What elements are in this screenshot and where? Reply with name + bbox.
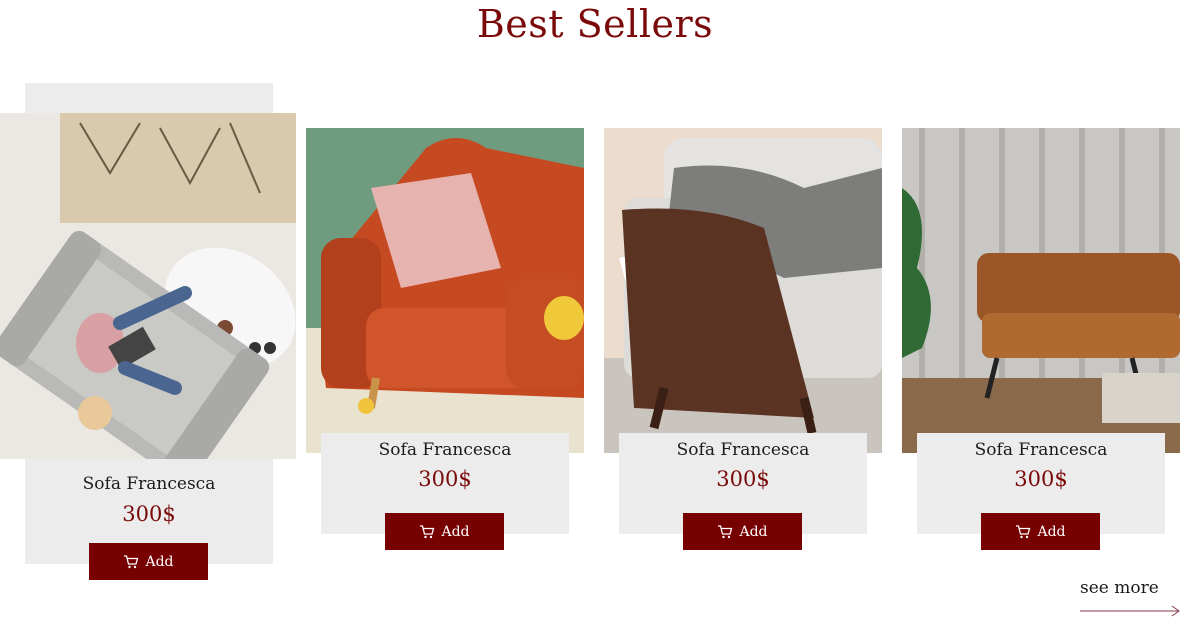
add-button-label: Add xyxy=(441,523,470,540)
product-price: 300$ xyxy=(716,467,770,491)
add-button-label: Add xyxy=(1037,523,1066,540)
product-name: Sofa Francesca xyxy=(676,440,810,460)
cart-icon xyxy=(717,524,733,539)
add-to-cart-button[interactable]: Add xyxy=(683,513,802,550)
add-button-label: Add xyxy=(145,553,174,570)
product-name: Sofa Francesca xyxy=(82,474,216,494)
product-image[interactable] xyxy=(306,128,584,453)
add-to-cart-button[interactable]: Add xyxy=(981,513,1100,550)
product-image-grey-sofa xyxy=(0,113,296,459)
product-image[interactable] xyxy=(902,128,1180,453)
product-price: 300$ xyxy=(122,502,176,526)
arrow-right-icon xyxy=(1080,602,1180,622)
add-to-cart-button[interactable]: Add xyxy=(89,543,208,580)
add-to-cart-button[interactable]: Add xyxy=(385,513,504,550)
product-image-leather-sofa xyxy=(902,128,1180,453)
cart-icon xyxy=(1015,524,1031,539)
product-image-orange-sofa xyxy=(306,128,584,453)
product-price: 300$ xyxy=(418,467,472,491)
product-image[interactable] xyxy=(604,128,882,453)
cart-icon xyxy=(419,524,435,539)
product-name: Sofa Francesca xyxy=(974,440,1108,460)
section-title: Best Sellers xyxy=(476,2,714,46)
see-more-link[interactable]: see more xyxy=(1080,578,1180,617)
product-image-walnut-armchair xyxy=(604,128,882,453)
product-price: 300$ xyxy=(1014,467,1068,491)
product-name: Sofa Francesca xyxy=(378,440,512,460)
product-image[interactable] xyxy=(0,113,296,459)
cart-icon xyxy=(123,554,139,569)
see-more-label: see more xyxy=(1080,578,1159,598)
add-button-label: Add xyxy=(739,523,768,540)
